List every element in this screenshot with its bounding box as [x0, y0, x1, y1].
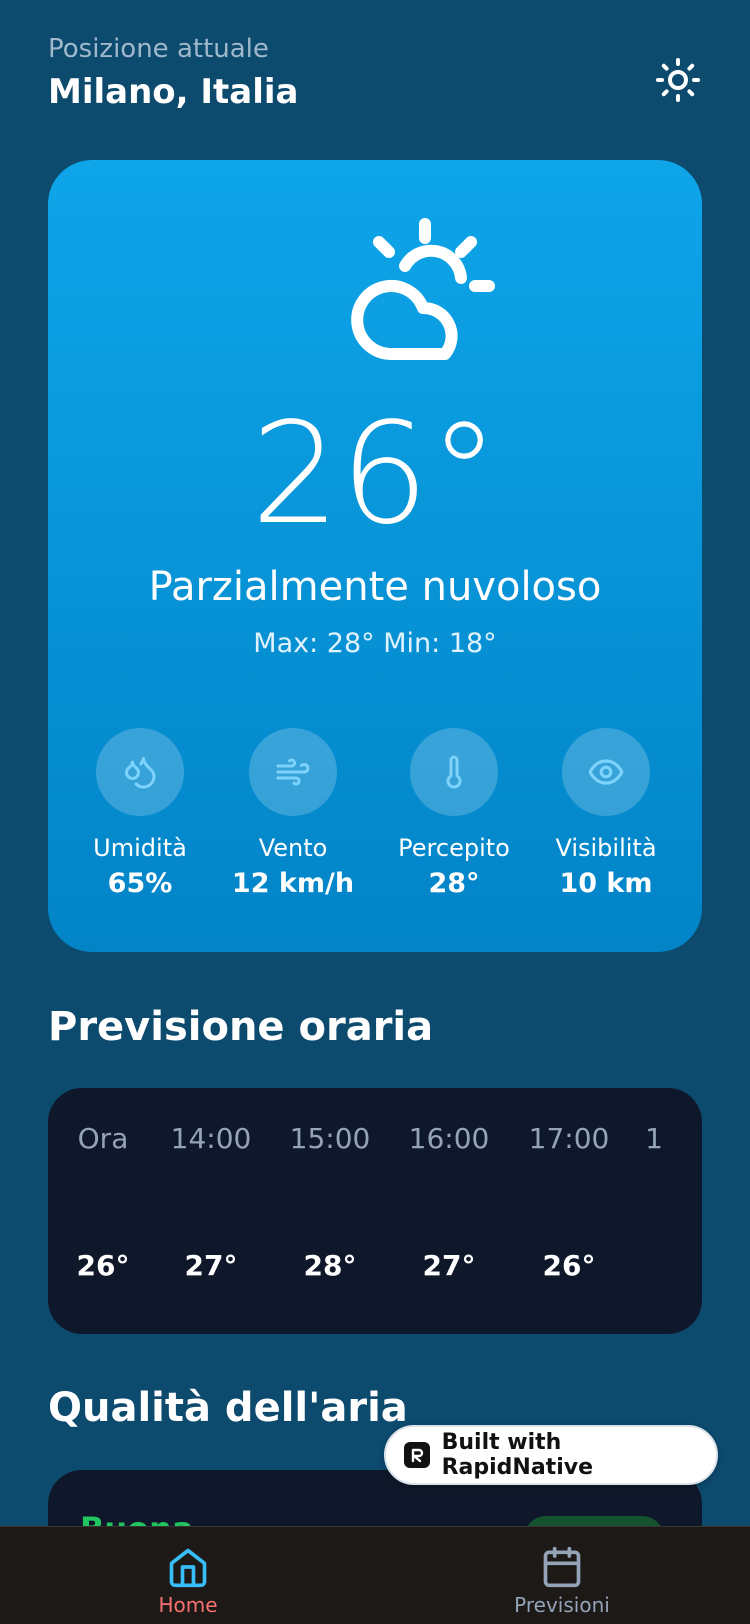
stat-label: Percepito — [398, 834, 510, 862]
city-name: Milano, Italia — [48, 72, 299, 112]
hour-temp: 27° — [184, 1249, 238, 1282]
weather-stats: Umidità 65% Vento 12 km/h Percepito 28° — [48, 728, 702, 908]
theme-toggle-button[interactable] — [654, 56, 702, 104]
hourly-item[interactable]: 15:00 28° — [275, 1088, 385, 1282]
tab-home[interactable]: Home — [88, 1527, 288, 1624]
hourly-item[interactable]: 16:00 27° — [394, 1088, 504, 1282]
stat-label: Vento — [258, 834, 328, 862]
partly-cloudy-icon — [351, 218, 495, 360]
hour-temp: 28° — [303, 1249, 357, 1282]
hourly-item[interactable]: Ora 26° — [48, 1088, 158, 1282]
hourly-item[interactable]: 17:00 26° — [514, 1088, 624, 1282]
current-temperature: 26° — [250, 393, 500, 556]
stat-visibility: Visibilità 10 km — [531, 728, 681, 899]
droplets-icon — [125, 757, 156, 789]
hour-time: Ora — [77, 1122, 129, 1155]
hourly-item[interactable]: 14:00 27° — [156, 1088, 266, 1282]
stat-icon-circle — [562, 728, 650, 816]
stat-value: 12 km/h — [231, 868, 355, 899]
hour-time: 15:00 — [289, 1122, 371, 1155]
tab-label: Home — [158, 1593, 218, 1617]
stat-value: 65% — [107, 868, 173, 899]
tab-forecast[interactable]: Previsioni — [462, 1527, 662, 1624]
sun-icon — [656, 58, 700, 102]
stat-value: 28° — [428, 868, 480, 899]
tab-label: Previsioni — [514, 1593, 610, 1617]
hour-time: 17:00 — [528, 1122, 610, 1155]
hourly-item[interactable]: 1 — [634, 1088, 674, 1249]
hour-temp: 26° — [542, 1249, 596, 1282]
hour-temp: 26° — [76, 1249, 130, 1282]
eye-icon — [588, 759, 624, 785]
calendar-icon — [543, 1546, 581, 1588]
hour-time: 1 — [645, 1122, 663, 1155]
stat-wind: Vento 12 km/h — [218, 728, 368, 899]
wind-icon — [276, 758, 310, 786]
stat-value: 10 km — [559, 868, 653, 899]
stat-label: Umidità — [93, 834, 187, 862]
temperature-range: Max: 28° Min: 18° — [253, 628, 497, 659]
hour-time: 14:00 — [170, 1122, 252, 1155]
stat-label: Visibilità — [555, 834, 657, 862]
hourly-forecast-list[interactable]: Ora 26° 14:00 27° 15:00 28° 16:00 27° 17… — [48, 1088, 702, 1334]
hourly-forecast-title: Previsione oraria — [48, 1004, 434, 1050]
stat-icon-circle — [96, 728, 184, 816]
hour-temp: 27° — [422, 1249, 476, 1282]
home-icon — [169, 1548, 207, 1588]
built-with-badge[interactable]: Built with RapidNative — [384, 1425, 718, 1485]
thermometer-icon — [446, 755, 462, 789]
stat-feels-like: Percepito 28° — [379, 728, 529, 899]
bottom-tab-bar: Home Previsioni — [0, 1526, 750, 1624]
hour-time: 16:00 — [408, 1122, 490, 1155]
location-label: Posizione attuale — [48, 34, 269, 64]
weather-condition: Parzialmente nuvoloso — [148, 564, 602, 610]
current-weather-card: 26° Parzialmente nuvoloso Max: 28° Min: … — [48, 160, 702, 952]
stat-humidity: Umidità 65% — [65, 728, 215, 899]
header: Posizione attuale Milano, Italia — [48, 34, 702, 124]
rapidnative-logo-icon — [404, 1442, 430, 1468]
stat-icon-circle — [249, 728, 337, 816]
air-quality-title: Qualità dell'aria — [48, 1385, 408, 1431]
badge-text: Built with RapidNative — [441, 1430, 593, 1480]
stat-icon-circle — [410, 728, 498, 816]
